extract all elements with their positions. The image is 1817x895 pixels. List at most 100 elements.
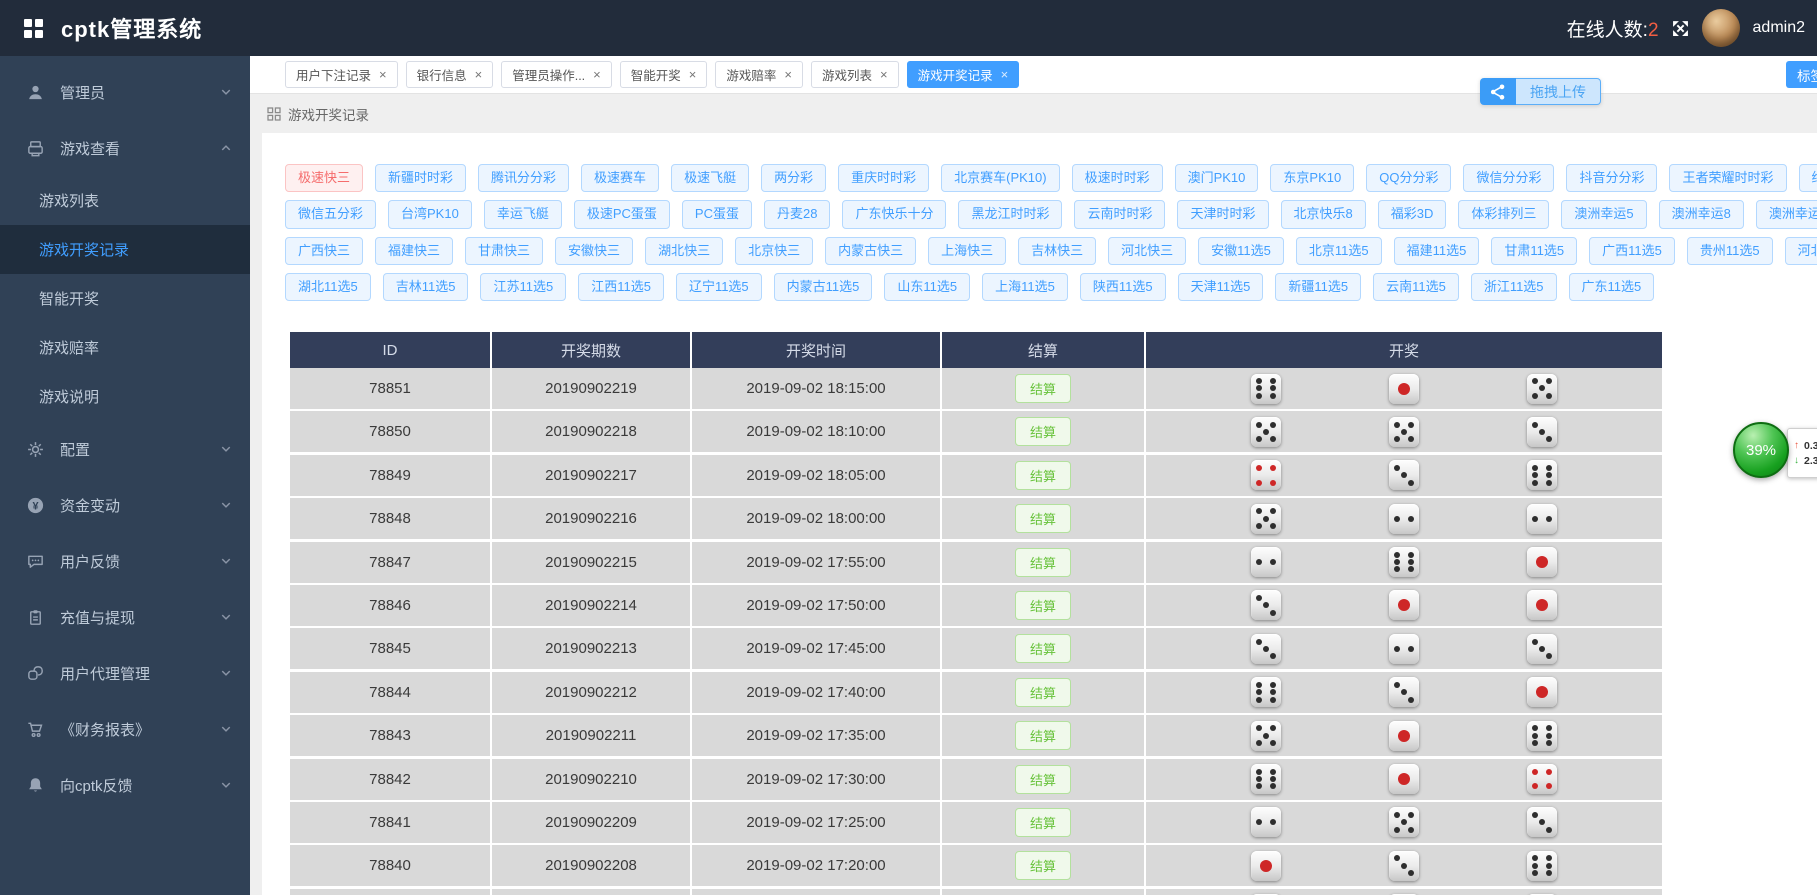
game-filter-button[interactable]: 安徽11选5 [1198, 237, 1284, 265]
game-filter-button[interactable]: 广西快三 [285, 237, 363, 265]
game-filter-button[interactable]: 上海快三 [928, 237, 1006, 265]
game-filter-button[interactable]: 贵州11选5 [1687, 237, 1773, 265]
fullscreen-icon[interactable] [1672, 20, 1689, 37]
sidebar-subitem[interactable]: 游戏赔率 [0, 323, 250, 372]
tab-close-icon[interactable]: × [379, 67, 387, 82]
settle-button[interactable]: 结算 [1015, 808, 1071, 837]
game-filter-button[interactable]: 吉林11选5 [383, 273, 469, 301]
settle-button[interactable]: 结算 [1015, 851, 1071, 880]
settle-button[interactable]: 结算 [1015, 417, 1071, 446]
settle-button[interactable]: 结算 [1015, 548, 1071, 577]
game-filter-button[interactable]: 湖北11选5 [285, 273, 371, 301]
game-filter-button[interactable]: 北京11选5 [1296, 237, 1382, 265]
game-filter-button[interactable]: 极速时时彩 [1072, 164, 1163, 192]
game-filter-button[interactable]: 江苏11选5 [480, 273, 566, 301]
game-filter-button[interactable]: 新疆11选5 [1275, 273, 1361, 301]
sidebar-subitem[interactable]: 游戏列表 [0, 176, 250, 225]
username[interactable]: admin2 [1753, 19, 1805, 37]
tab[interactable]: 银行信息× [406, 61, 494, 88]
game-filter-button[interactable]: 新疆时时彩 [375, 164, 466, 192]
game-filter-button[interactable]: 陕西11选5 [1080, 273, 1166, 301]
tab[interactable]: 智能开奖× [620, 61, 708, 88]
settle-button[interactable]: 结算 [1015, 634, 1071, 663]
game-filter-button[interactable]: 山东11选5 [884, 273, 970, 301]
game-filter-button[interactable]: 黑龙江时时彩 [958, 200, 1062, 228]
sidebar-subitem[interactable]: 游戏说明 [0, 372, 250, 421]
game-filter-button[interactable]: 极速PC蛋蛋 [574, 200, 670, 228]
sidebar-subitem[interactable]: 智能开奖 [0, 274, 250, 323]
game-filter-button[interactable]: 福建11选5 [1394, 237, 1480, 265]
tab-close-icon[interactable]: × [593, 67, 601, 82]
game-filter-button[interactable]: 湖北快三 [645, 237, 723, 265]
game-filter-button[interactable]: 澳门PK10 [1175, 164, 1259, 192]
game-filter-button[interactable]: 云南11选5 [1373, 273, 1459, 301]
game-filter-button[interactable]: 江西11选5 [578, 273, 664, 301]
settle-button[interactable]: 结算 [1015, 678, 1071, 707]
apps-grid-icon[interactable] [24, 19, 43, 38]
avatar[interactable] [1702, 9, 1740, 47]
game-filter-button[interactable]: 福建快三 [375, 237, 453, 265]
sidebar-item[interactable]: 游戏查看 [0, 120, 250, 176]
settle-button[interactable]: 结算 [1015, 374, 1071, 403]
sidebar-item[interactable]: 《财务报表》 [0, 701, 250, 757]
network-percent-badge[interactable]: 39% [1733, 422, 1789, 478]
game-filter-button[interactable]: 广东11选5 [1569, 273, 1655, 301]
game-filter-button[interactable]: 澳洲幸运10 [1756, 200, 1817, 228]
game-filter-button[interactable]: 抖音分分彩 [1566, 164, 1657, 192]
settle-button[interactable]: 结算 [1015, 591, 1071, 620]
tab[interactable]: 游戏开奖记录× [907, 61, 1020, 88]
game-filter-button[interactable]: 甘肃11选5 [1491, 237, 1577, 265]
sidebar-item[interactable]: 配置 [0, 421, 250, 477]
game-filter-button[interactable]: 腾讯分分彩 [478, 164, 569, 192]
game-filter-button[interactable]: 东京PK10 [1270, 164, 1354, 192]
sidebar-item[interactable]: 充值与提现 [0, 589, 250, 645]
game-filter-button[interactable]: 安徽快三 [555, 237, 633, 265]
game-filter-button[interactable]: 内蒙古快三 [825, 237, 916, 265]
tab-close-icon[interactable]: × [784, 67, 792, 82]
game-filter-button[interactable]: 河北11选5 [1785, 237, 1817, 265]
game-filter-button[interactable]: 微信分分彩 [1463, 164, 1554, 192]
game-filter-button[interactable]: 内蒙古11选5 [774, 273, 873, 301]
tab-close-icon[interactable]: × [880, 67, 888, 82]
game-filter-button[interactable]: 福彩3D [1378, 200, 1447, 228]
game-filter-button[interactable]: 甘肃快三 [465, 237, 543, 265]
sidebar-item[interactable]: 向cptk反馈 [0, 757, 250, 813]
game-filter-button[interactable]: 极速飞艇 [671, 164, 749, 192]
tab[interactable]: 游戏列表× [811, 61, 899, 88]
game-filter-button[interactable]: 重庆时时彩 [838, 164, 929, 192]
settle-button[interactable]: 结算 [1015, 765, 1071, 794]
settle-button[interactable]: 结算 [1015, 504, 1071, 533]
game-filter-button[interactable]: 北京快三 [735, 237, 813, 265]
game-filter-button[interactable]: 极速快三 [285, 164, 363, 192]
sidebar-subitem[interactable]: 游戏开奖记录 [0, 225, 250, 274]
settle-button[interactable]: 结算 [1015, 721, 1071, 750]
game-filter-button[interactable]: 广西11选5 [1589, 237, 1675, 265]
drag-upload-button[interactable]: 拖拽上传 [1480, 78, 1601, 105]
sidebar-item[interactable]: 用户反馈 [0, 533, 250, 589]
settle-button[interactable]: 结算 [1015, 461, 1071, 490]
tab-close-icon[interactable]: × [1001, 67, 1009, 82]
game-filter-button[interactable]: 极速赛车 [581, 164, 659, 192]
sidebar-item[interactable]: ¥资金变动 [0, 477, 250, 533]
game-filter-button[interactable]: 天津时时彩 [1177, 200, 1268, 228]
game-filter-button[interactable]: 绝地求生时时彩 [1799, 164, 1817, 192]
game-filter-button[interactable]: 幸运飞艇 [484, 200, 562, 228]
game-filter-button[interactable]: 河北快三 [1108, 237, 1186, 265]
game-filter-button[interactable]: 体彩排列三 [1458, 200, 1549, 228]
game-filter-button[interactable]: 台湾PK10 [388, 200, 472, 228]
tab-close-icon[interactable]: × [689, 67, 697, 82]
game-filter-button[interactable]: 北京快乐8 [1281, 200, 1366, 228]
tab[interactable]: 游戏赔率× [715, 61, 803, 88]
game-filter-button[interactable]: 广东快乐十分 [842, 200, 946, 228]
tab-close-icon[interactable]: × [475, 67, 483, 82]
sidebar-item[interactable]: 管理员 [0, 64, 250, 120]
tab[interactable]: 用户下注记录× [285, 61, 398, 88]
game-filter-button[interactable]: 北京赛车(PK10) [941, 164, 1059, 192]
game-filter-button[interactable]: 王者荣耀时时彩 [1669, 164, 1786, 192]
game-filter-button[interactable]: 吉林快三 [1018, 237, 1096, 265]
tab[interactable]: 管理员操作...× [501, 61, 612, 88]
game-filter-button[interactable]: 浙江11选5 [1471, 273, 1557, 301]
game-filter-button[interactable]: 微信五分彩 [285, 200, 376, 228]
sidebar-item[interactable]: 用户代理管理 [0, 645, 250, 701]
tag-options-button[interactable]: 标签 [1786, 61, 1817, 88]
